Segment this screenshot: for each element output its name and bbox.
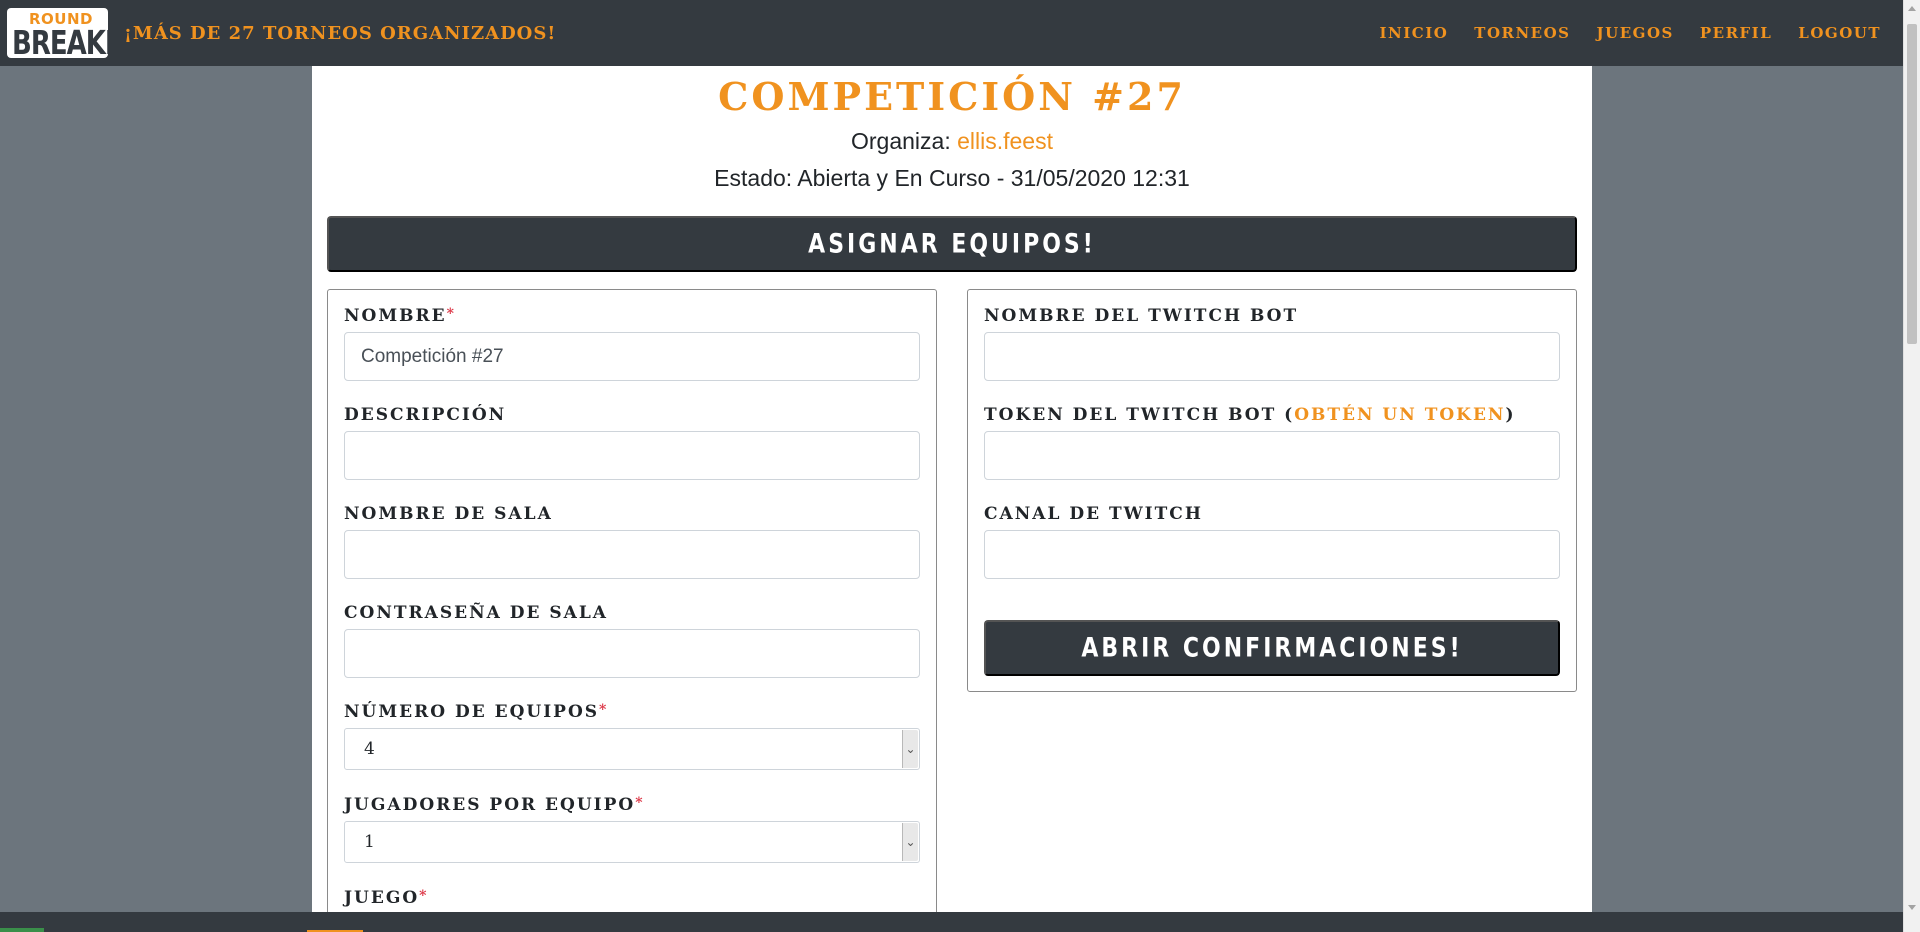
nav-links: INICIO TORNEOS JUEGOS PERFIL LOGOUT bbox=[1380, 24, 1881, 42]
jugadores-label: JUGADORES POR EQUIPO* bbox=[344, 795, 645, 815]
footer-status-strip bbox=[0, 928, 44, 932]
required-asterisk: * bbox=[446, 306, 456, 322]
channel-input[interactable] bbox=[984, 530, 1560, 579]
descripcion-input[interactable] bbox=[344, 431, 920, 480]
assign-teams-label: ASIGNAR EQUIPOS! bbox=[808, 229, 1096, 259]
required-asterisk: * bbox=[599, 702, 609, 718]
nav-link-juegos[interactable]: JUEGOS bbox=[1597, 24, 1674, 42]
sala-input[interactable] bbox=[344, 530, 920, 579]
scroll-up-arrow-icon[interactable] bbox=[1908, 6, 1916, 11]
status-line: Estado: Abierta y En Curso - 31/05/2020 … bbox=[714, 165, 1190, 191]
twitch-settings-panel: NOMBRE DEL TWITCH BOT TOKEN DEL TWITCH B… bbox=[967, 289, 1577, 692]
password-label: CONTRASEÑA DE SALA bbox=[344, 603, 608, 623]
page-scrollbar[interactable] bbox=[1903, 0, 1920, 932]
descripcion-label: DESCRIPCIÓN bbox=[344, 405, 507, 425]
sala-label: NOMBRE DE SALA bbox=[344, 504, 553, 524]
equipos-label: NÚMERO DE EQUIPOS* bbox=[344, 702, 609, 722]
chevron-down-icon[interactable]: ⌄ bbox=[902, 823, 918, 861]
password-input[interactable] bbox=[344, 629, 920, 678]
nombre-label: NOMBRE* bbox=[344, 306, 456, 326]
top-navbar: ROUND BREAKER ¡MÁS DE 27 TORNEOS ORGANIZ… bbox=[0, 0, 1903, 66]
equipos-selected-value: 4 bbox=[364, 739, 375, 759]
assign-teams-button[interactable]: ASIGNAR EQUIPOS! bbox=[327, 216, 1577, 272]
bot-name-label: NOMBRE DEL TWITCH BOT bbox=[984, 306, 1299, 326]
open-confirmations-label: ABRIR CONFIRMACIONES! bbox=[1081, 633, 1463, 663]
page-title: COMPETICIÓN #27 bbox=[718, 74, 1186, 119]
required-asterisk: * bbox=[635, 795, 645, 811]
channel-label: CANAL DE TWITCH bbox=[984, 504, 1203, 524]
get-token-link[interactable]: OBTÉN UN TOKEN bbox=[1294, 405, 1505, 425]
bot-name-input[interactable] bbox=[984, 332, 1560, 381]
juego-label: JUEGO* bbox=[344, 888, 429, 908]
nav-link-logout[interactable]: LOGOUT bbox=[1798, 24, 1881, 42]
roundbreaker-logo[interactable]: ROUND BREAKER bbox=[7, 8, 108, 58]
organizer-line: Organiza: ellis.feest bbox=[312, 128, 1592, 155]
organizer-link[interactable]: ellis.feest bbox=[957, 128, 1053, 154]
logo-breaker-text: BREAKER bbox=[12, 25, 108, 58]
chevron-down-icon[interactable]: ⌄ bbox=[902, 730, 918, 768]
page-footer bbox=[0, 912, 1903, 932]
open-confirmations-button[interactable]: ABRIR CONFIRMACIONES! bbox=[984, 620, 1560, 676]
navbar-tagline: ¡MÁS DE 27 TORNEOS ORGANIZADOS! bbox=[124, 22, 557, 44]
equipos-select[interactable]: 4 ⌄ bbox=[344, 728, 920, 770]
nav-link-perfil[interactable]: PERFIL bbox=[1700, 24, 1772, 42]
nav-link-torneos[interactable]: TORNEOS bbox=[1474, 24, 1570, 42]
organizer-label: Organiza: bbox=[851, 128, 951, 154]
bot-token-input[interactable] bbox=[984, 431, 1560, 480]
jugadores-select[interactable]: 1 ⌄ bbox=[344, 821, 920, 863]
required-asterisk: * bbox=[419, 888, 429, 904]
jugadores-selected-value: 1 bbox=[364, 832, 375, 852]
tournament-settings-panel: NOMBRE* Competición #27 DESCRIPCIÓN NOMB… bbox=[327, 289, 937, 912]
nav-link-inicio[interactable]: INICIO bbox=[1380, 24, 1449, 42]
scroll-down-arrow-icon[interactable] bbox=[1908, 905, 1916, 910]
main-content: COMPETICIÓN #27 Organiza: ellis.feest Es… bbox=[312, 66, 1592, 912]
bot-token-label: TOKEN DEL TWITCH BOT (OBTÉN UN TOKEN) bbox=[984, 405, 1516, 425]
scrollbar-thumb[interactable] bbox=[1907, 24, 1917, 344]
nombre-input[interactable]: Competición #27 bbox=[344, 332, 920, 381]
